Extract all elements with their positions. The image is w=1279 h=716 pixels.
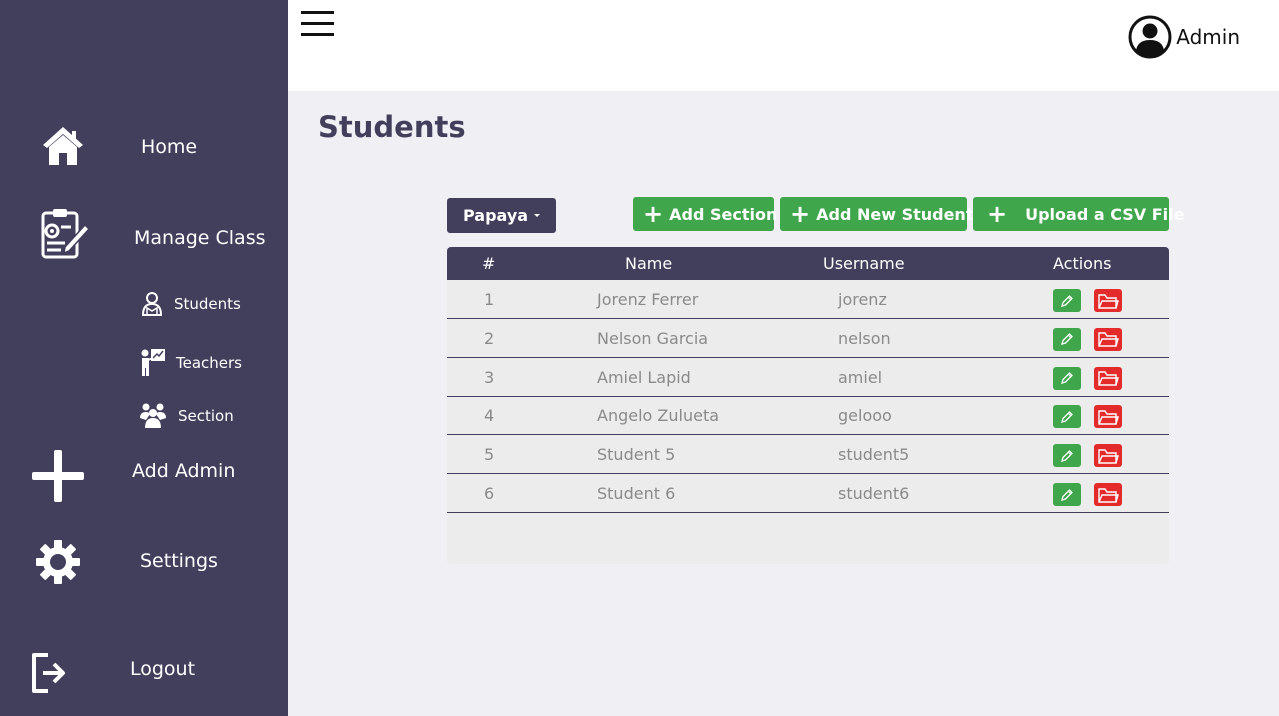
- user-menu[interactable]: Admin: [1128, 15, 1240, 59]
- cell-number: 3: [484, 367, 495, 387]
- delete-button[interactable]: [1094, 327, 1122, 351]
- hamburger-icon[interactable]: [301, 11, 335, 39]
- folder-icon: [1097, 369, 1119, 387]
- sidebar-item-teachers[interactable]: Teachers: [140, 348, 280, 378]
- folder-icon: [1097, 486, 1119, 504]
- plus-icon: +: [790, 200, 811, 228]
- cell-name: Jorenz Ferrer: [597, 290, 699, 309]
- folder-icon: [1097, 408, 1119, 426]
- cell-number: 4: [484, 406, 495, 426]
- delete-button[interactable]: [1094, 405, 1122, 429]
- students-table: # Name Username Actions 1 Jorenz Ferrer jo…: [447, 247, 1169, 564]
- delete-button[interactable]: [1094, 366, 1122, 390]
- section-select-value: Papaya: [463, 206, 529, 225]
- cell-number: 5: [484, 445, 495, 465]
- sidebar-item-label: Home: [141, 136, 198, 158]
- column-header-number: #: [482, 254, 496, 273]
- column-header-name: Name: [625, 254, 673, 273]
- cell-name: Angelo Zulueta: [597, 406, 720, 426]
- gear-icon: [36, 540, 80, 584]
- edit-button[interactable]: [1053, 289, 1081, 312]
- sidebar-item-home[interactable]: Home: [0, 120, 288, 176]
- edit-button[interactable]: [1053, 327, 1081, 351]
- table-row: 5 Student 5 student5: [447, 435, 1169, 475]
- cell-username: amiel: [838, 367, 883, 387]
- sidebar-subitem-label: Section: [178, 407, 234, 425]
- column-header-actions: Actions: [1053, 254, 1112, 273]
- student-icon: [141, 292, 163, 316]
- cell-username: gelooo: [838, 406, 892, 426]
- pencil-icon: [1060, 488, 1074, 502]
- folder-icon: [1097, 330, 1119, 348]
- pencil-icon: [1060, 294, 1074, 308]
- plus-icon: +: [643, 200, 664, 228]
- add-section-label: Add Section: [669, 204, 778, 224]
- folder-icon: [1097, 447, 1119, 465]
- sidebar-item-add-admin[interactable]: Add Admin: [0, 446, 288, 504]
- delete-button[interactable]: [1094, 444, 1122, 468]
- user-circle-icon: [1128, 15, 1172, 59]
- upload-csv-button[interactable]: + Upload a CSV File: [973, 197, 1184, 231]
- add-section-button[interactable]: + Add Section: [633, 197, 778, 231]
- sidebar-item-label: Settings: [140, 550, 218, 572]
- pencil-icon: [1060, 371, 1074, 385]
- add-student-label: Add New Student: [816, 204, 974, 224]
- cell-name: Student 6: [597, 484, 676, 503]
- cell-username: student6: [838, 484, 910, 503]
- cell-number: 2: [484, 328, 495, 348]
- column-header-username: Username: [823, 254, 905, 273]
- sidebar-item-manage-class[interactable]: Manage Class: [0, 205, 288, 265]
- pencil-icon: [1060, 449, 1074, 463]
- teacher-icon: [141, 349, 165, 376]
- chevron-down-icon: [534, 214, 540, 217]
- pencil-icon: [1060, 410, 1074, 424]
- cell-name: Student 5: [597, 445, 676, 465]
- delete-button[interactable]: [1094, 289, 1122, 312]
- clipboard-gear-icon: [41, 209, 89, 259]
- sidebar-subitem-label: Students: [174, 295, 241, 313]
- logout-icon: [32, 653, 65, 693]
- table-header: # Name Username Actions: [447, 247, 1169, 280]
- page-title: Students: [318, 110, 466, 144]
- sidebar-subitem-label: Teachers: [176, 354, 242, 372]
- cell-name: Nelson Garcia: [597, 328, 709, 348]
- sidebar-item-label: Manage Class: [134, 227, 266, 249]
- sidebar-item-label: Logout: [130, 658, 196, 680]
- table-row: 3 Amiel Lapid amiel: [447, 358, 1169, 397]
- table-row: 2 Nelson Garcia nelson: [447, 319, 1169, 358]
- table-row: 1 Jorenz Ferrer jorenz: [447, 280, 1169, 319]
- plus-icon: [32, 450, 84, 502]
- sidebar-item-students[interactable]: Students: [140, 290, 280, 318]
- edit-button[interactable]: [1053, 483, 1081, 506]
- cell-number: 1: [484, 290, 495, 309]
- edit-button[interactable]: [1053, 405, 1081, 429]
- group-icon: [140, 403, 166, 428]
- edit-button[interactable]: [1053, 366, 1081, 390]
- table-row: 6 Student 6 student6: [447, 474, 1169, 513]
- upload-csv-label: Upload a CSV File: [1025, 204, 1185, 224]
- sidebar-item-logout[interactable]: Logout: [0, 648, 288, 696]
- sidebar-item-label: Add Admin: [132, 460, 236, 482]
- cell-username: jorenz: [838, 290, 887, 309]
- add-student-button[interactable]: + Add New Student: [780, 197, 973, 231]
- pencil-icon: [1060, 332, 1074, 346]
- home-icon: [43, 127, 83, 165]
- sidebar: Home Manage Class Students Teachers Sect…: [0, 0, 288, 716]
- edit-button[interactable]: [1053, 444, 1081, 468]
- top-header: Admin: [288, 0, 1279, 91]
- sidebar-item-settings[interactable]: Settings: [0, 536, 288, 588]
- cell-number: 6: [484, 484, 495, 503]
- cell-username: nelson: [838, 328, 891, 348]
- section-select[interactable]: Papaya: [447, 198, 556, 233]
- table-row: 4 Angelo Zulueta gelooo: [447, 396, 1169, 436]
- user-name: Admin: [1176, 25, 1240, 49]
- cell-name: Amiel Lapid: [597, 367, 691, 387]
- delete-button[interactable]: [1094, 483, 1122, 506]
- folder-icon: [1097, 292, 1119, 310]
- cell-username: student5: [838, 445, 910, 465]
- plus-icon: +: [987, 200, 1008, 228]
- sidebar-item-section[interactable]: Section: [138, 402, 278, 430]
